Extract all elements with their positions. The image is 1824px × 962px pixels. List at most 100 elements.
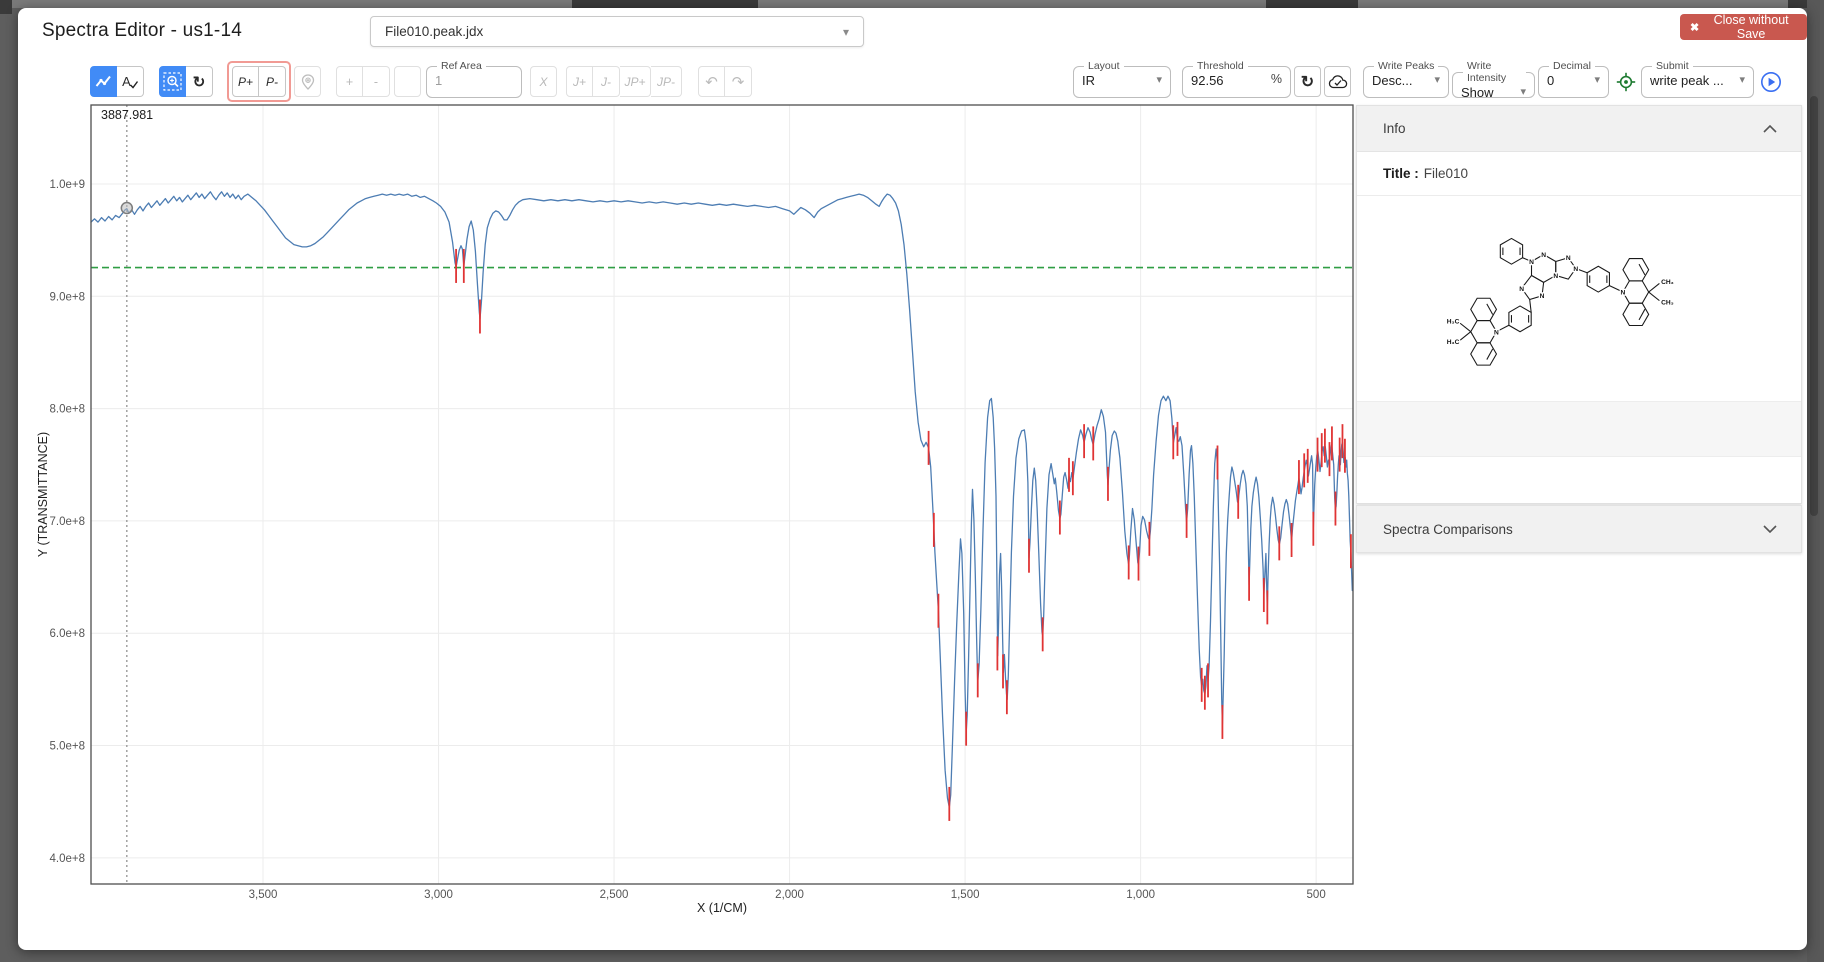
jp-minus-label: JP- [657, 75, 675, 89]
chevron-down-icon: ▾ [1739, 73, 1745, 86]
redo-icon: ↷ [732, 73, 745, 91]
decrease-button: - [363, 66, 390, 97]
jp-plus-button: JP+ [620, 66, 651, 97]
reset-zoom-button[interactable]: ↻ [186, 66, 213, 97]
undo-icon: ↶ [705, 73, 718, 91]
title-label: Title : [1383, 166, 1419, 181]
write-intensity-select[interactable]: Write Intensity Show ▾ [1452, 60, 1535, 98]
peak-remove-label: P- [266, 75, 278, 89]
write-peaks-value: Desc... [1372, 73, 1412, 88]
spectra-editor-page: Spectra Editor - us1-14 File010.peak.jdx… [0, 0, 1824, 962]
info-panel-bottom-space [1357, 457, 1801, 503]
chrome-block [572, 0, 758, 8]
write-peaks-select[interactable]: Write Peaks Desc... ▾ [1363, 60, 1449, 98]
undo-button: ↶ [698, 66, 725, 97]
cloud-save-button[interactable] [1324, 66, 1351, 97]
y-tick-label: 5.0e+8 [50, 741, 86, 753]
y-tick-label: 8.0e+8 [50, 404, 86, 416]
chevron-down-icon: ▾ [1594, 73, 1600, 86]
x-tick-label: 2,500 [600, 889, 629, 901]
svg-text:CH₃: CH₃ [1661, 278, 1674, 285]
x-tick-label: 3,500 [249, 889, 278, 901]
info-accordion: Info Title : File010 [1356, 105, 1802, 504]
blank-button [394, 66, 421, 97]
layout-select[interactable]: Layout IR ▾ [1073, 60, 1171, 98]
spectra-editor-modal: Spectra Editor - us1-14 File010.peak.jdx… [18, 8, 1807, 950]
spectrum-chart[interactable]: 3,5003,0002,5002,0001,5001,0005001.0e+99… [31, 97, 1367, 929]
submit-label: Submit [1652, 60, 1693, 72]
file-selector-value: File010.peak.jdx [385, 24, 483, 39]
line-chart-mode-button[interactable] [90, 66, 117, 97]
y-axis-title: Y (TRANSMITTANCE) [36, 432, 50, 557]
target-icon [1616, 72, 1636, 92]
play-circle-icon [1760, 71, 1782, 93]
svg-text:N: N [1621, 289, 1626, 296]
j-minus-label: J- [601, 75, 611, 89]
zoom-area-icon [163, 72, 182, 91]
svg-text:N: N [1529, 259, 1534, 266]
decimal-select[interactable]: Decimal 0 ▾ [1538, 60, 1609, 98]
chevron-down-icon: ▾ [1520, 85, 1526, 98]
chrome-block [1266, 0, 1358, 8]
refresh-icon: ↻ [1301, 72, 1314, 92]
x-tick-label: 2,000 [775, 889, 804, 901]
scrollbar-thumb[interactable] [1810, 96, 1818, 516]
ref-area-value: 1 [435, 73, 442, 88]
close-without-save-button[interactable]: ✖ Close without Save [1680, 14, 1807, 40]
refresh-threshold-button[interactable]: ↻ [1294, 66, 1321, 97]
run-submit-button[interactable] [1757, 66, 1784, 97]
chevron-up-icon [1763, 125, 1777, 133]
layout-value: IR [1082, 73, 1095, 88]
spectra-comparisons-header[interactable]: Spectra Comparisons [1357, 506, 1801, 552]
info-panel-footer-strip [1357, 401, 1801, 457]
x-tick-label: 1,000 [1126, 889, 1155, 901]
spectra-comparisons-title: Spectra Comparisons [1383, 522, 1513, 537]
chrome-block [0, 0, 12, 14]
plot-border [91, 105, 1353, 884]
background-chrome-strip [0, 0, 1824, 8]
write-peaks-label: Write Peaks [1374, 60, 1438, 72]
cursor-annotation: 3887.981 [101, 108, 153, 122]
svg-text:N: N [1519, 285, 1524, 292]
target-picker-button[interactable] [1612, 66, 1639, 97]
refresh-icon: ↻ [193, 73, 206, 91]
x-label: X [539, 75, 547, 89]
y-tick-label: 7.0e+8 [50, 516, 86, 528]
svg-text:N: N [1566, 255, 1571, 262]
zoom-select-button[interactable] [159, 66, 186, 97]
jp-plus-label: JP+ [624, 75, 645, 89]
info-accordion-header[interactable]: Info [1357, 106, 1801, 152]
x-axis-title: X (1/CM) [697, 901, 747, 915]
x-tick-label: 3,000 [424, 889, 453, 901]
ref-area-field: Ref Area 1 [426, 60, 522, 98]
peak-add-button[interactable]: P+ [232, 66, 259, 97]
auto-assign-button[interactable]: A [117, 66, 144, 97]
submit-select[interactable]: Submit write peak ... ▾ [1641, 60, 1754, 98]
spectra-comparisons-accordion: Spectra Comparisons [1356, 505, 1802, 553]
cursor-point [121, 202, 132, 213]
threshold-suffix: % [1271, 72, 1282, 86]
molecule-structure: N N N N N N N N N CH₃ CH₃ H₃C H₃ [1445, 210, 1713, 388]
x-tick-label: 1,500 [951, 889, 980, 901]
write-intensity-value: Show [1461, 85, 1494, 100]
clear-x-button: X [530, 66, 557, 97]
y-tick-label: 1.0e+9 [50, 179, 86, 191]
pin-marker-button [294, 66, 321, 97]
close-icon: ✖ [1690, 21, 1699, 34]
layout-label: Layout [1084, 60, 1124, 72]
decimal-value: 0 [1547, 73, 1554, 88]
decimal-label: Decimal [1549, 60, 1595, 72]
info-accordion-title: Info [1383, 121, 1406, 136]
file-selector-dropdown[interactable]: File010.peak.jdx ▾ [370, 16, 864, 47]
j-plus-button: J+ [566, 66, 593, 97]
threshold-field[interactable]: Threshold 92.56 % [1182, 60, 1291, 98]
spectrum-chart-svg[interactable]: 3,5003,0002,5002,0001,5001,0005001.0e+99… [31, 97, 1367, 929]
cloud-check-icon [1328, 74, 1348, 89]
peak-remove-button[interactable]: P- [259, 66, 286, 97]
chevron-down-icon: ▾ [1434, 73, 1440, 86]
threshold-label: Threshold [1193, 60, 1248, 72]
ref-area-label: Ref Area [437, 60, 486, 72]
page-title: Spectra Editor - us1-14 [42, 20, 242, 42]
svg-text:H₃C: H₃C [1447, 318, 1460, 325]
y-tick-label: 4.0e+8 [50, 853, 86, 865]
